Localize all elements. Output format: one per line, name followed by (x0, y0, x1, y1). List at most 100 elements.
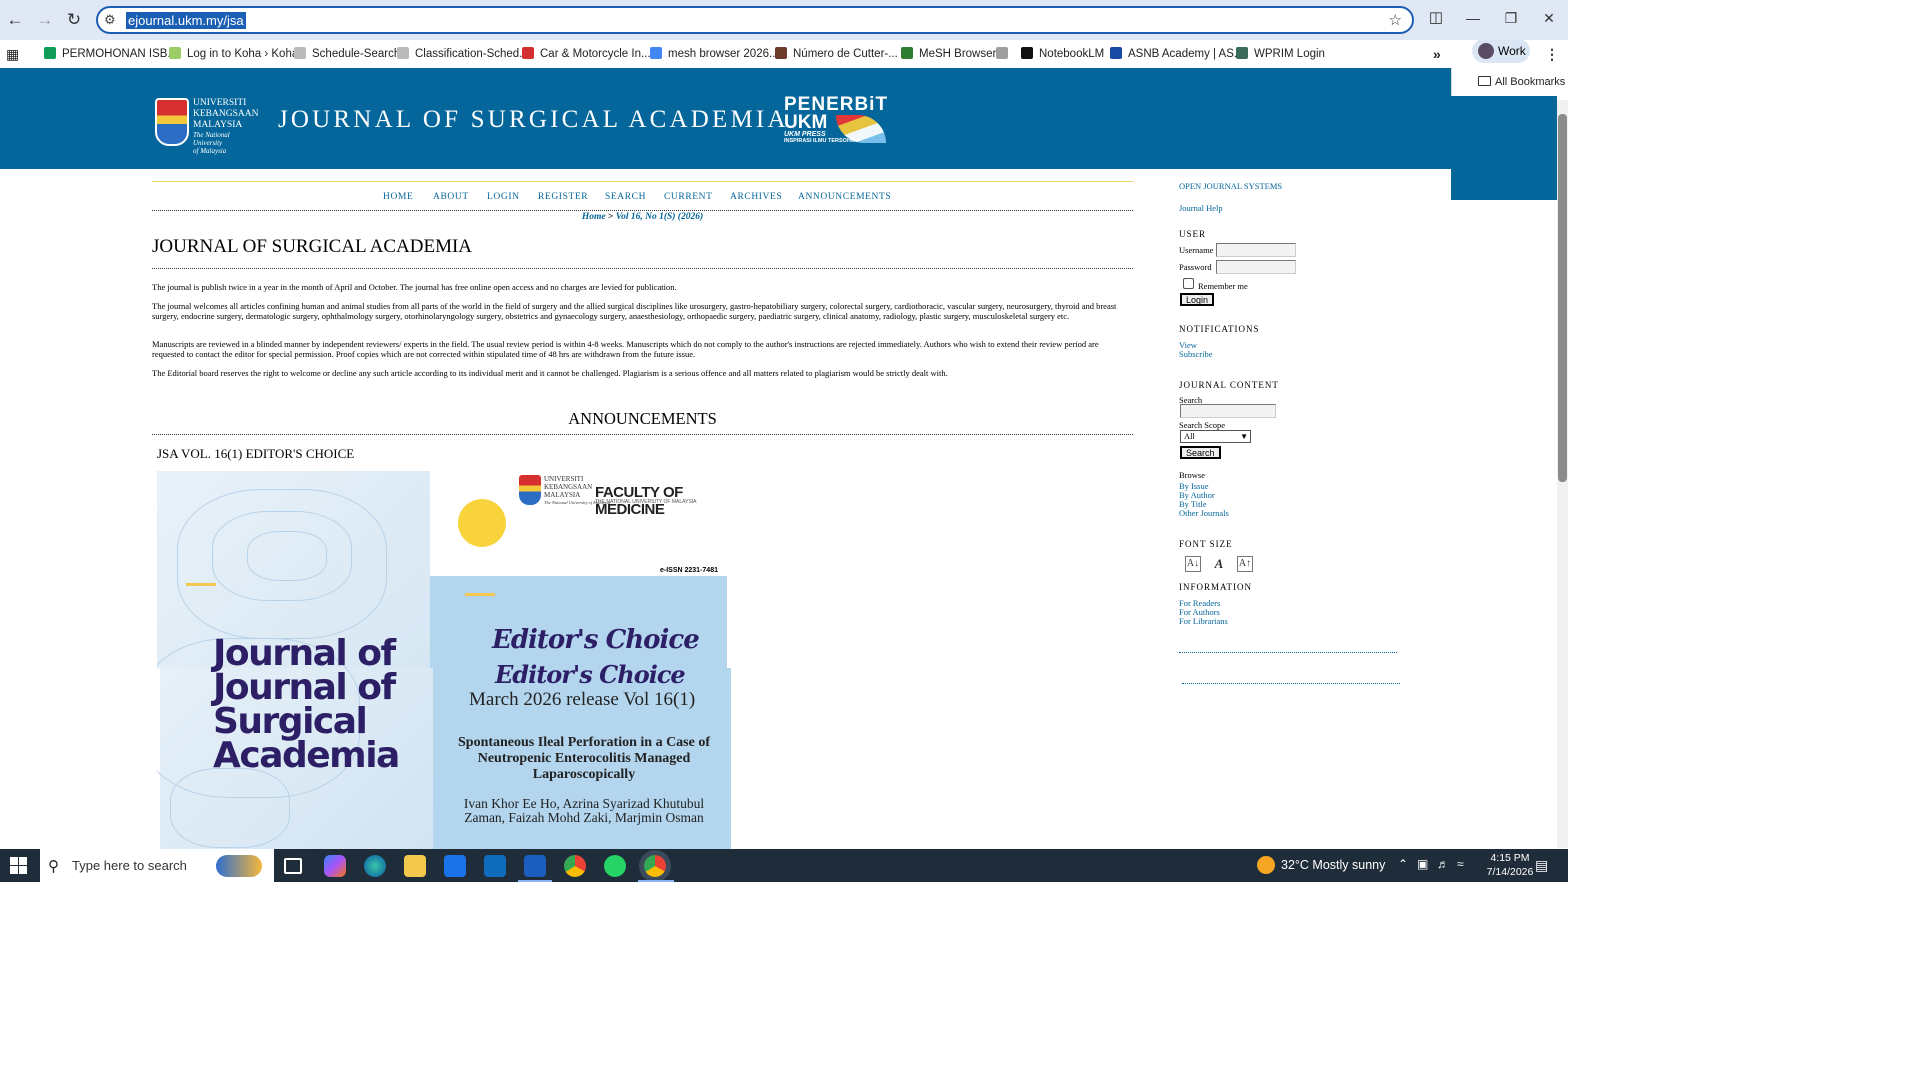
back-icon[interactable]: ← (3, 8, 27, 32)
notifications-subscribe-link[interactable]: Subscribe (1179, 349, 1213, 359)
reload-icon[interactable]: ↻ (62, 8, 86, 32)
word-icon[interactable] (524, 855, 546, 877)
folder-icon (1478, 76, 1491, 86)
weather-sun-icon[interactable] (1257, 856, 1275, 874)
bookmark-item[interactable]: Schedule-Search (294, 45, 400, 63)
font-larger-icon[interactable]: A↑ (1237, 556, 1253, 572)
search-button[interactable]: Search (1180, 446, 1221, 459)
nav-home[interactable]: HOME (383, 192, 413, 202)
all-bookmarks-button[interactable]: All Bookmarks (1451, 68, 1568, 96)
nav-search[interactable]: SEARCH (605, 192, 646, 202)
journal-help-link[interactable]: Journal Help (1179, 203, 1223, 213)
windows-start-icon[interactable] (10, 857, 28, 875)
chrome-icon[interactable] (564, 855, 586, 877)
chrome-profile-icon[interactable] (644, 855, 666, 877)
bookmark-item[interactable]: ASNB Academy | AS... (1110, 45, 1243, 63)
start-tile (10, 857, 18, 865)
editors-choice-poster[interactable]: UNIVERSITI KEBANGSAAN MALAYSIA The Natio… (157, 471, 731, 849)
intro-paragraph: The journal is publish twice in a year i… (152, 282, 677, 292)
bookmark-label: WPRIM Login (1254, 48, 1325, 60)
taskbar-search[interactable]: ⚲ Type here to search (40, 849, 274, 882)
ukm-logo[interactable]: UNIVERSITI KEBANGSAAN MALAYSIA The Natio… (155, 98, 260, 155)
search-scope-value: All (1184, 431, 1195, 441)
chevron-up-icon[interactable]: ⌃ (1398, 857, 1408, 871)
copilot-icon[interactable] (324, 855, 346, 877)
intro-paragraph: The journal welcomes all articles confin… (152, 301, 1117, 321)
url-text[interactable]: ejournal.ukm.my/jsa (126, 12, 246, 29)
bookmark-item[interactable]: Número de Cutter-... (775, 45, 898, 63)
nav-archives[interactable]: ARCHIVES (730, 192, 782, 202)
penerbit-ukm-logo[interactable]: PENERBiT UKM UKM PRESS INSPIRASI ILMU TE… (784, 95, 888, 148)
password-label: Password (1179, 262, 1212, 272)
font-size-heading: FONT SIZE (1179, 539, 1233, 549)
mail-icon[interactable] (484, 855, 506, 877)
font-default-icon[interactable]: A (1211, 556, 1227, 572)
breadcrumb-current[interactable]: Vol 16, No 1(S) (2026) (616, 212, 703, 222)
whatsapp-icon[interactable] (604, 855, 626, 877)
bookmark-item[interactable]: WPRIM Login (1236, 45, 1325, 63)
font-smaller-icon[interactable]: A↓ (1185, 556, 1201, 572)
store-icon[interactable] (444, 855, 466, 877)
nav-current[interactable]: CURRENT (664, 192, 713, 202)
wifi-icon[interactable]: ≈ (1457, 857, 1464, 871)
remember-me-checkbox[interactable] (1183, 278, 1194, 289)
nav-login[interactable]: LOGIN (487, 192, 520, 202)
bookmark-item[interactable]: Car & Motorcycle In... (522, 45, 651, 63)
active-app-indicator (638, 880, 674, 882)
close-icon[interactable]: ✕ (1535, 8, 1563, 28)
weather-text[interactable]: 32°C Mostly sunny (1281, 849, 1385, 882)
nav-announcements[interactable]: ANNOUNCEMENTS (798, 192, 891, 202)
apps-grid-icon[interactable]: ▦ (6, 45, 19, 63)
bookmark-item[interactable]: Classification-Sched... (397, 45, 529, 63)
system-clock[interactable]: 4:15 PM 7/14/2026 (1478, 851, 1542, 879)
bookmark-item[interactable]: PERMOHONAN ISB... (44, 45, 177, 63)
bookmark-favicon-icon (1236, 47, 1248, 59)
scrollbar-thumb[interactable] (1558, 114, 1567, 482)
bookmark-item[interactable] (996, 45, 1008, 63)
poster-journal-line: Journal of (213, 667, 396, 708)
task-view-icon[interactable] (284, 858, 302, 874)
extensions-icon[interactable]: ◫ (1422, 8, 1450, 28)
restore-icon[interactable]: ❐ (1497, 8, 1525, 28)
bookmark-favicon-icon (169, 47, 181, 59)
bookmark-item[interactable]: mesh browser 2026... (650, 45, 779, 63)
nav-about[interactable]: ABOUT (433, 192, 469, 202)
password-field[interactable] (1216, 260, 1296, 274)
search-input[interactable] (1180, 404, 1276, 418)
user-heading: USER (1179, 229, 1207, 239)
edge-icon[interactable] (364, 855, 386, 877)
start-tile (19, 857, 27, 865)
bookmark-item[interactable]: Log in to Koha › Koha (169, 45, 298, 63)
bookmark-item[interactable]: MeSH Browser (901, 45, 996, 63)
announcement-title[interactable]: JSA VOL. 16(1) EDITOR'S CHOICE (157, 446, 354, 462)
nav-register[interactable]: REGISTER (538, 192, 588, 202)
forward-icon[interactable]: → (33, 8, 57, 32)
bookmark-item[interactable]: NotebookLM (1021, 45, 1104, 63)
address-bar[interactable]: ⚙ ejournal.ukm.my/jsa ☆ (96, 6, 1414, 34)
bookmark-favicon-icon (901, 47, 913, 59)
profile-button[interactable]: Work (1472, 39, 1530, 63)
bookmark-label: ASNB Academy | AS... (1128, 48, 1244, 60)
site-info-icon[interactable]: ⚙ (104, 12, 116, 28)
more-bookmarks-icon[interactable]: » (1433, 45, 1441, 63)
bookmark-label: NotebookLM (1039, 48, 1105, 60)
file-explorer-icon[interactable] (404, 855, 426, 877)
search-scope-select[interactable]: All ▼ (1180, 430, 1251, 443)
announcements-heading: ANNOUNCEMENTS (152, 409, 1133, 435)
bookmark-label: MeSH Browser (919, 48, 997, 60)
bookmark-label: PERMOHONAN ISB... (62, 48, 178, 60)
ojs-link[interactable]: OPEN JOURNAL SYSTEMS (1179, 181, 1282, 191)
for-librarians-link[interactable]: For Librarians (1179, 616, 1228, 626)
ukm-crest-icon (519, 475, 541, 505)
other-journals-link[interactable]: Other Journals (1179, 508, 1229, 518)
menu-kebab-icon[interactable]: ⋮ (1545, 45, 1559, 63)
login-button[interactable]: Login (1180, 293, 1215, 306)
minimize-icon[interactable]: — (1459, 8, 1487, 28)
speaker-icon[interactable]: ♬ (1437, 857, 1449, 871)
bookmark-star-icon[interactable]: ☆ (1389, 11, 1402, 29)
poster-journal-line: Journal of (213, 633, 396, 674)
camera-icon[interactable]: ▣ (1417, 857, 1428, 871)
username-field[interactable] (1216, 243, 1296, 257)
breadcrumb-home[interactable]: Home (582, 212, 606, 222)
bookmark-favicon-icon (996, 47, 1008, 59)
